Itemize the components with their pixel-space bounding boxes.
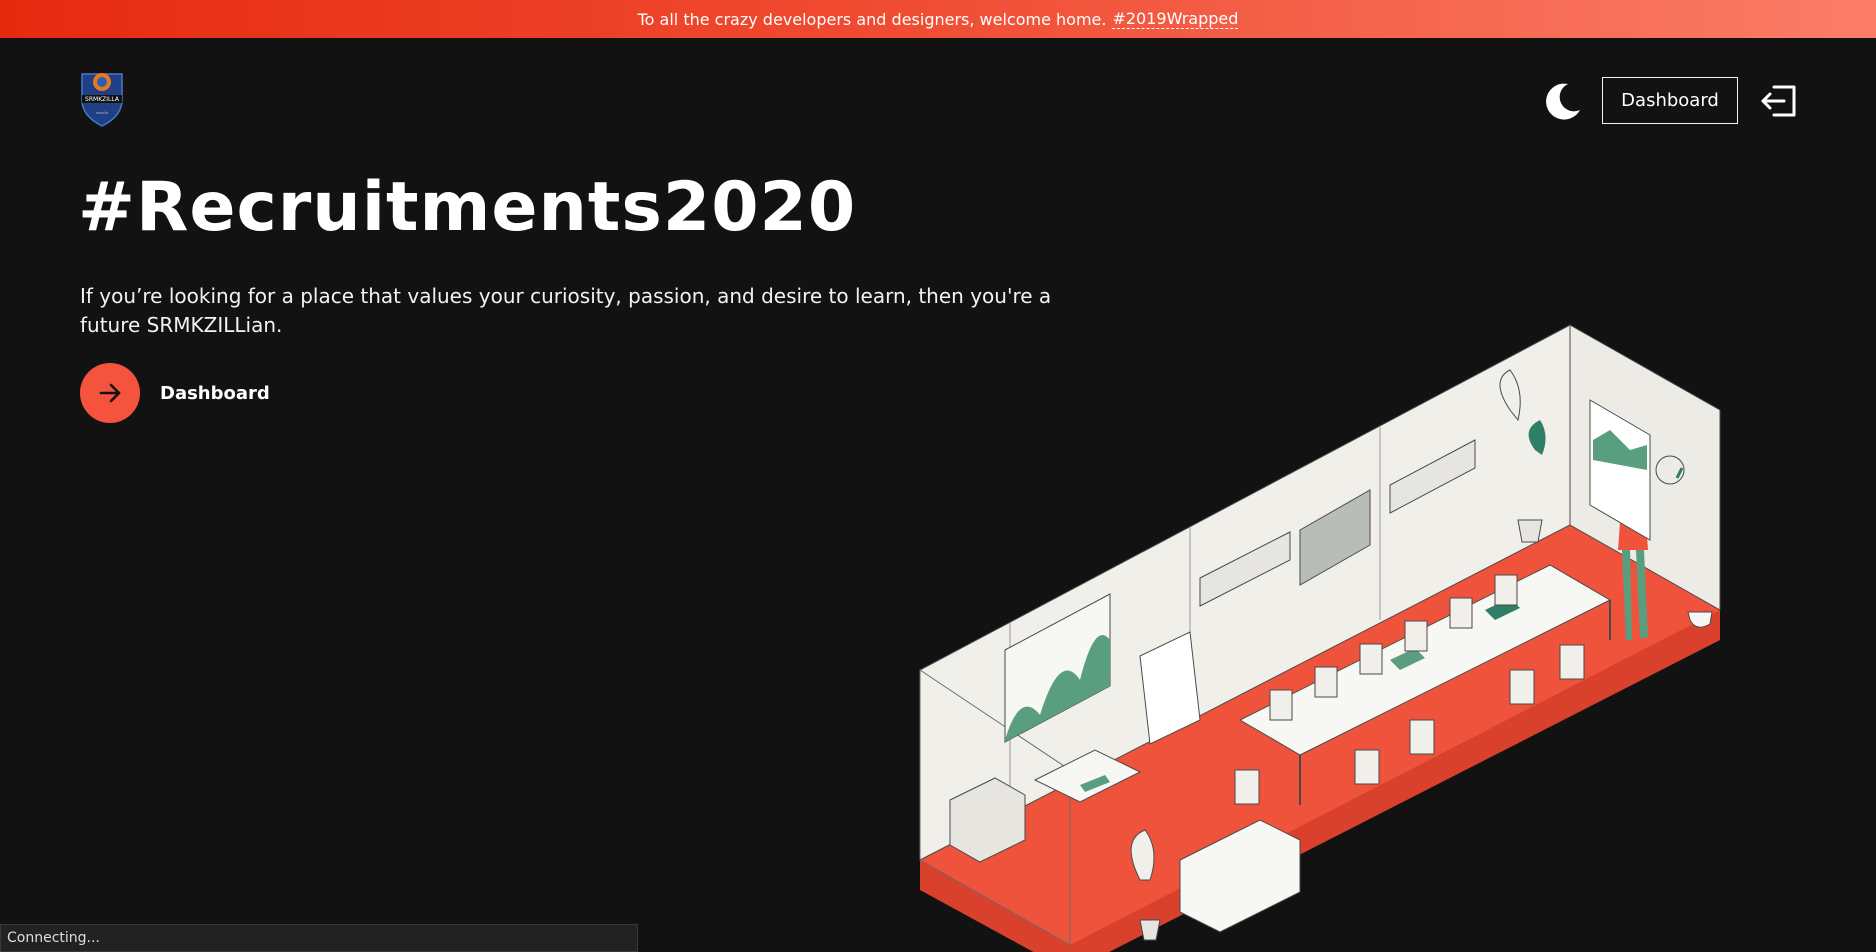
- logout-icon[interactable]: [1760, 84, 1798, 118]
- office-room-illustration: [919, 324, 1721, 952]
- status-bar: Connecting...: [0, 924, 638, 952]
- arrow-right-icon[interactable]: [80, 363, 140, 423]
- logo-text: SRMKZILLA: [85, 96, 120, 103]
- banner-text: To all the crazy developers and designer…: [637, 9, 1107, 29]
- announcement-banner: To all the crazy developers and designer…: [0, 0, 1876, 38]
- cta-dashboard-link[interactable]: Dashboard: [80, 363, 270, 423]
- logo-shield-icon: SRMKZILLA mozilla: [81, 73, 123, 127]
- cta-label[interactable]: Dashboard: [160, 383, 270, 404]
- page-title: #Recruitments2020: [78, 168, 857, 247]
- header-dashboard-button[interactable]: Dashboard: [1602, 77, 1738, 124]
- banner-hashtag-link[interactable]: #2019Wrapped: [1112, 9, 1239, 29]
- logo-subtext: mozilla: [96, 111, 108, 115]
- srmkzilla-logo[interactable]: SRMKZILLA mozilla: [78, 66, 126, 128]
- theme-toggle-moon-icon[interactable]: [1540, 80, 1584, 124]
